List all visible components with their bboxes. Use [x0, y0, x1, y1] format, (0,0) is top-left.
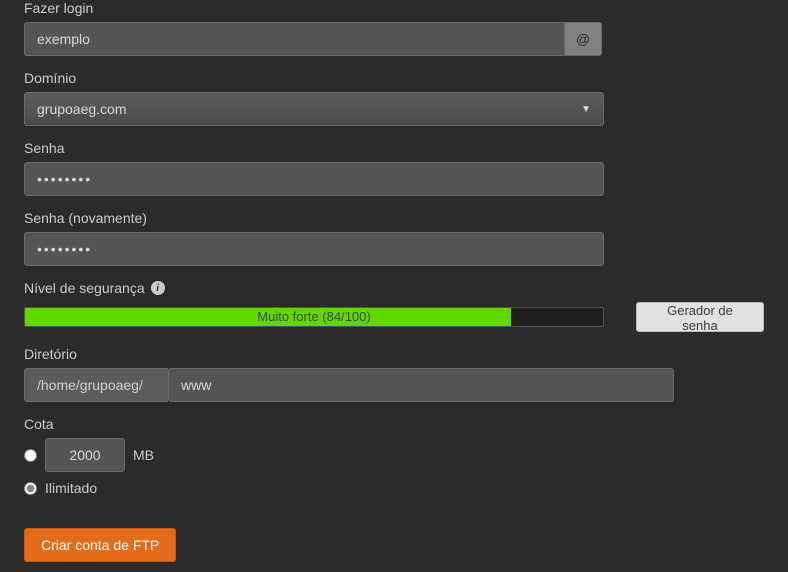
- quota-label: Cota: [24, 416, 764, 432]
- chevron-down-icon: ▼: [581, 104, 591, 115]
- directory-label: Diretório: [24, 346, 764, 362]
- quota-unlimited-label: Ilimitado: [45, 480, 97, 496]
- domain-select[interactable]: grupoaeg.com ▼: [24, 92, 604, 126]
- quota-unlimited-radio[interactable]: [24, 482, 37, 495]
- password2-label: Senha (novamente): [24, 210, 764, 226]
- quota-limited-radio[interactable]: [24, 449, 37, 462]
- quota-unit: MB: [133, 447, 154, 463]
- strength-text: Muito forte (84/100): [25, 308, 603, 326]
- directory-prefix: /home/grupoaeg/: [24, 368, 168, 402]
- password-input[interactable]: [24, 162, 604, 196]
- quota-input[interactable]: [45, 438, 125, 472]
- directory-input[interactable]: [168, 368, 674, 402]
- create-ftp-button[interactable]: Criar conta de FTP: [24, 528, 176, 562]
- password-label: Senha: [24, 140, 764, 156]
- login-label: Fazer login: [24, 0, 764, 16]
- info-icon[interactable]: i: [151, 281, 165, 295]
- password2-input[interactable]: [24, 232, 604, 266]
- strength-label: Nível de segurança: [24, 280, 145, 296]
- at-addon: @: [564, 22, 602, 56]
- generate-password-button[interactable]: Gerador de senha: [636, 302, 764, 332]
- login-input[interactable]: [24, 22, 564, 56]
- strength-bar: Muito forte (84/100): [24, 307, 604, 327]
- domain-label: Domínio: [24, 70, 764, 86]
- domain-selected-value: grupoaeg.com: [37, 101, 127, 117]
